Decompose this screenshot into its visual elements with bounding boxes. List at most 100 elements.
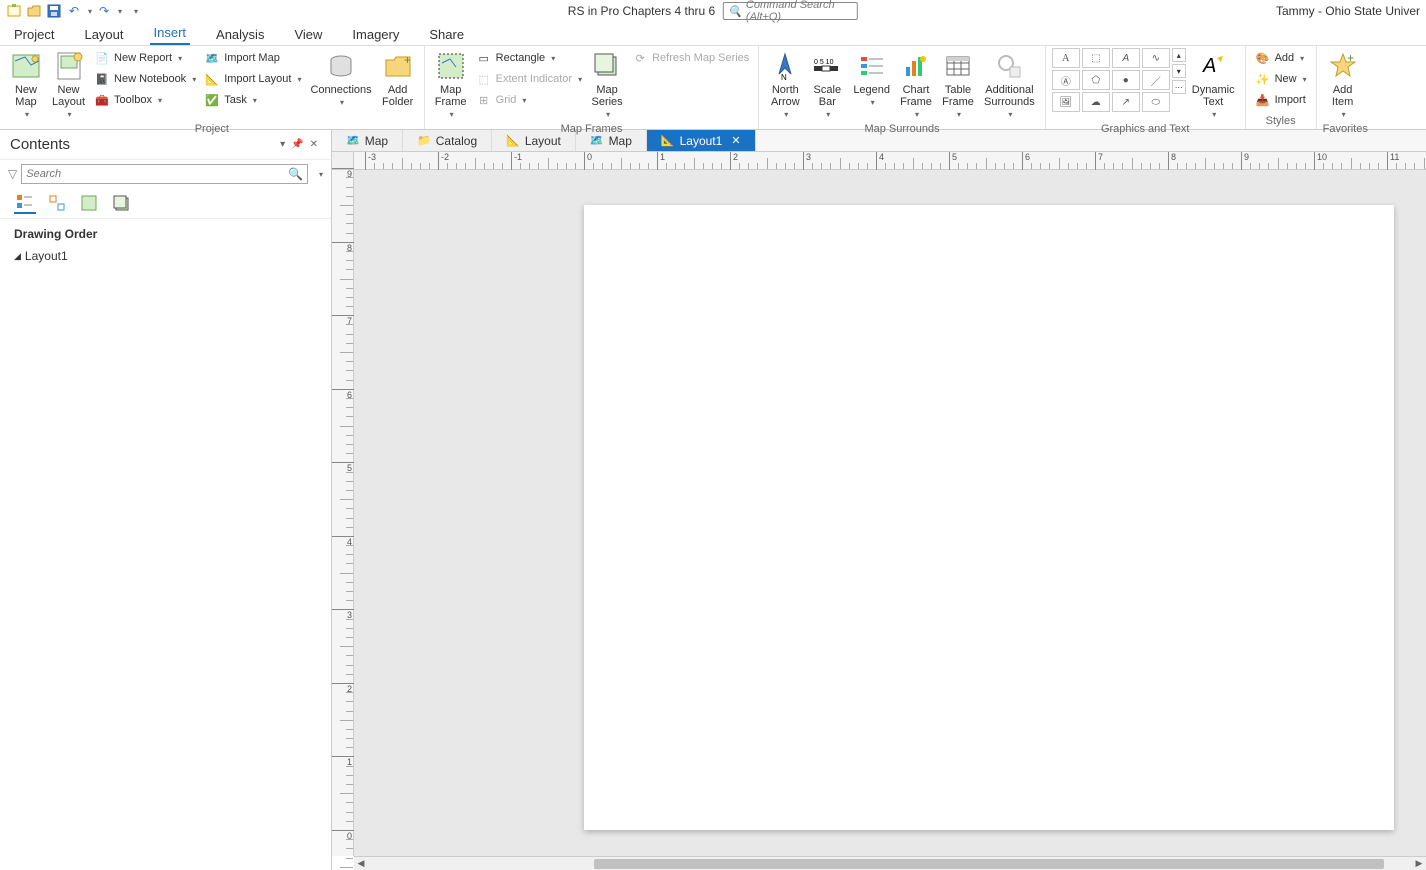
ribbon-tab-project[interactable]: Project <box>10 24 58 45</box>
legend-button[interactable]: Legend▾ <box>849 48 894 109</box>
collapse-icon[interactable]: ◢ <box>14 251 21 262</box>
task-icon: ✅ <box>204 92 220 108</box>
add-folder-label: AddFolder <box>382 84 413 108</box>
project-group-label: Project <box>6 121 418 137</box>
add-favorite-button[interactable]: + AddItem▾ <box>1323 48 1363 121</box>
new-notebook-button[interactable]: 📓New Notebook▾ <box>91 69 199 89</box>
scroll-left-icon[interactable]: ◀ <box>354 857 368 870</box>
arrow-tool-icon[interactable]: ↗ <box>1112 92 1140 112</box>
task-button[interactable]: ✅Task▾ <box>201 90 304 110</box>
ribbon-tab-analysis[interactable]: Analysis <box>212 24 268 45</box>
pane-pin-icon[interactable]: 📌 <box>288 139 306 150</box>
new-report-button[interactable]: 📄New Report▾ <box>91 48 199 68</box>
import-layout-button[interactable]: 📐Import Layout▾ <box>201 69 304 89</box>
dynamic-text-button[interactable]: A DynamicText▾ <box>1188 48 1239 121</box>
new-map-button[interactable]: NewMap▾ <box>6 48 46 121</box>
new-layout-button[interactable]: NewLayout▾ <box>48 48 89 121</box>
text-tool-icon[interactable]: A <box>1052 48 1080 68</box>
ruler-h-tick: 2 <box>730 152 738 170</box>
add-folder-button[interactable]: + AddFolder <box>378 48 418 110</box>
ellipse-tool-icon[interactable]: ⬭ <box>1142 92 1170 112</box>
map-frame-label: MapFrame <box>435 84 467 108</box>
pane-menu-icon[interactable]: ▾ <box>277 139 288 150</box>
ruler-h-tick: 1 <box>657 152 665 170</box>
undo-dropdown-icon[interactable]: ▾ <box>88 7 92 16</box>
ribbon-tab-share[interactable]: Share <box>425 24 468 45</box>
chart-frame-button[interactable]: ChartFrame▾ <box>896 48 936 121</box>
new-project-icon[interactable] <box>6 3 22 19</box>
add-style-icon: 🎨 <box>1255 50 1271 66</box>
toc-tab-map-series[interactable] <box>110 192 132 214</box>
layout-page[interactable] <box>584 205 1394 830</box>
scroll-thumb[interactable] <box>594 859 1384 869</box>
map-series-button[interactable]: MapSeries▾ <box>587 48 627 121</box>
toc-tab-element-type[interactable] <box>46 192 68 214</box>
user-label[interactable]: Tammy - Ohio State Univer <box>1276 4 1420 18</box>
undo-icon[interactable]: ↶ <box>66 3 82 19</box>
toc-tab-map-frame[interactable] <box>78 192 100 214</box>
redo-icon[interactable]: ↷ <box>96 3 112 19</box>
toolbox-button[interactable]: 🧰Toolbox▾ <box>91 90 199 110</box>
styles-new-button[interactable]: ✨New▾ <box>1252 69 1310 89</box>
canvas-background[interactable] <box>354 170 1426 856</box>
graphics-group-label: Graphics and Text <box>1052 121 1239 137</box>
search-go-icon[interactable]: 🔍 <box>288 167 303 181</box>
redo-dropdown-icon[interactable]: ▾ <box>118 7 122 16</box>
import-map-button[interactable]: 🗺️Import Map <box>201 48 304 68</box>
contents-pane: Contents ▾ 📌 ✕ ▽ 🔍 ▾ Drawing Order ◢ Lay… <box>0 130 332 870</box>
open-project-icon[interactable] <box>26 3 42 19</box>
gallery-down-icon[interactable]: ▾ <box>1172 64 1186 78</box>
svg-text:+: + <box>1347 52 1354 65</box>
polygon-text-icon[interactable]: ⬠ <box>1082 70 1110 90</box>
picture-tool-icon[interactable]: 🖼 <box>1052 92 1080 112</box>
toc-item-layout[interactable]: ◢ Layout1 <box>14 247 317 265</box>
circle-text-icon[interactable]: Ⓐ <box>1052 70 1080 90</box>
pane-close-icon[interactable]: ✕ <box>307 139 321 150</box>
ribbon-tab-view[interactable]: View <box>290 24 326 45</box>
toc-tab-drawing-order[interactable] <box>14 192 36 214</box>
table-icon <box>942 50 974 82</box>
styles-add-button[interactable]: 🎨Add▾ <box>1252 48 1310 68</box>
additional-surrounds-button[interactable]: AdditionalSurrounds▾ <box>980 48 1039 121</box>
contents-search-input[interactable] <box>21 164 308 184</box>
gallery-more-icon[interactable]: ⋯ <box>1172 80 1186 94</box>
filter-icon[interactable]: ▽ <box>8 167 17 181</box>
import-layout-icon: 📐 <box>204 71 220 87</box>
favorite-star-icon: + <box>1327 50 1359 82</box>
north-arrow-button[interactable]: N NorthArrow▾ <box>765 48 805 121</box>
line-tool-icon[interactable]: ／ <box>1142 70 1170 90</box>
favorites-group-label: Favorites <box>1323 121 1368 137</box>
ruler-h-tick: 11 <box>1387 152 1399 170</box>
ribbon-tab-insert[interactable]: Insert <box>150 22 191 45</box>
ruler-h-tick: 3 <box>803 152 811 170</box>
map-frame-icon <box>435 50 467 82</box>
cloud-tool-icon[interactable]: ☁ <box>1082 92 1110 112</box>
ribbon-tab-layout[interactable]: Layout <box>80 24 127 45</box>
scale-bar-icon: 0 5 10 <box>811 50 843 82</box>
horizontal-scrollbar[interactable]: ◀ ▶ <box>354 856 1426 870</box>
scroll-right-icon[interactable]: ▶ <box>1412 857 1426 870</box>
dynamic-text-icon: A <box>1197 50 1229 82</box>
table-frame-button[interactable]: TableFrame▾ <box>938 48 978 121</box>
svg-text:0 5 10: 0 5 10 <box>814 59 834 66</box>
rectangle-text-icon[interactable]: ⬚ <box>1082 48 1110 68</box>
straight-text-icon[interactable]: A <box>1112 48 1140 68</box>
qat-customize-icon[interactable]: ▾ <box>134 7 138 16</box>
ruler-h-tick: 4 <box>876 152 884 170</box>
save-project-icon[interactable] <box>46 3 62 19</box>
search-dropdown-icon[interactable]: ▾ <box>319 170 323 179</box>
connections-button[interactable]: Connections▾ <box>306 48 375 109</box>
styles-import-button[interactable]: 📥Import <box>1252 90 1310 110</box>
ribbon-tab-imagery[interactable]: Imagery <box>348 24 403 45</box>
curved-text-icon[interactable]: ∿ <box>1142 48 1170 68</box>
layout-canvas[interactable]: -3-2-101234567891011 9876543210 ◀ ▶ <box>332 152 1426 870</box>
graphics-gallery[interactable]: A ⬚ A ∿ Ⓐ ⬠ ● ／ 🖼 ☁ ↗ ⬭ <box>1052 48 1170 112</box>
rectangle-button[interactable]: ▭Rectangle▾ <box>473 48 585 68</box>
ruler-h-tick: 0 <box>584 152 592 170</box>
point-tool-icon[interactable]: ● <box>1112 70 1140 90</box>
map-frame-button[interactable]: MapFrame▾ <box>431 48 471 121</box>
command-search[interactable]: 🔍 Command Search (Alt+Q) <box>723 2 858 20</box>
gallery-up-icon[interactable]: ▴ <box>1172 48 1186 62</box>
scale-bar-button[interactable]: 0 5 10 ScaleBar▾ <box>807 48 847 121</box>
toc-heading: Drawing Order <box>14 227 317 241</box>
